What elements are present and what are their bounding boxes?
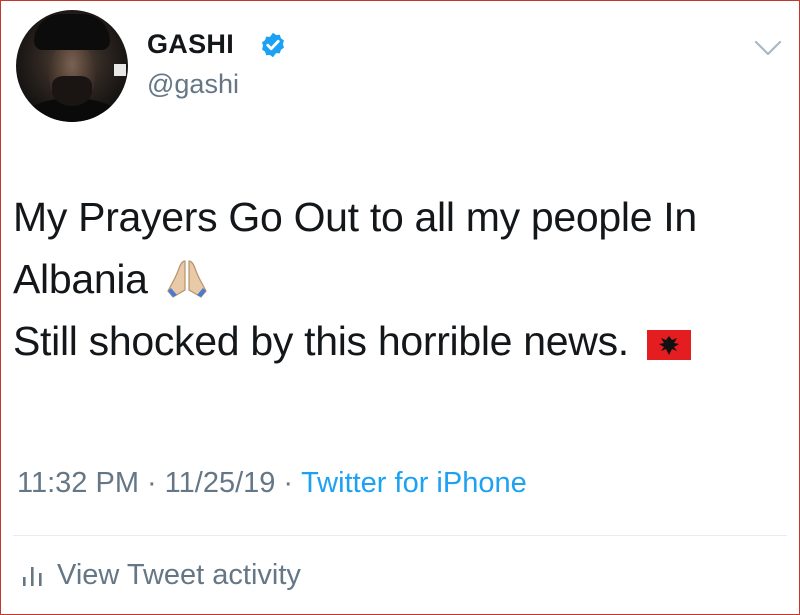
folded-hands-icon [167,260,207,298]
user-handle[interactable]: @gashi [147,69,239,100]
divider [13,535,787,536]
view-tweet-activity-label: View Tweet activity [57,559,301,591]
tweet-line: Albania [13,248,788,310]
meta-separator: · [146,467,157,499]
bar-chart-icon [23,567,42,586]
display-name[interactable]: GASHI [147,29,234,60]
tweet-line: Still shocked by this horrible news. [13,310,788,372]
verified-badge-icon [262,32,284,58]
avatar[interactable] [16,10,128,122]
tweet-card: GASHI @gashi My Prayers Go Out to all my… [0,0,800,615]
view-tweet-activity-button[interactable]: View Tweet activity [21,559,301,592]
tweet-text: My Prayers Go Out to all my people In Al… [13,186,788,372]
tweet-time[interactable]: 11:32 PM [17,467,139,499]
tweet-source-link[interactable]: Twitter for iPhone [301,467,527,499]
tweet-line-text: Still shocked by this horrible news. [13,318,629,364]
tweet-meta: 11:32 PM · 11/25/19 · Twitter for iPhone [17,467,527,500]
tweet-date[interactable]: 11/25/19 [165,467,276,499]
chevron-down-icon[interactable] [753,37,783,59]
meta-separator: · [283,467,294,499]
tweet-line: My Prayers Go Out to all my people In [13,186,788,248]
albania-flag-icon [646,330,691,360]
tweet-line-text: My Prayers Go Out to all my people In [13,194,697,240]
tweet-line-text: Albania [13,256,148,302]
